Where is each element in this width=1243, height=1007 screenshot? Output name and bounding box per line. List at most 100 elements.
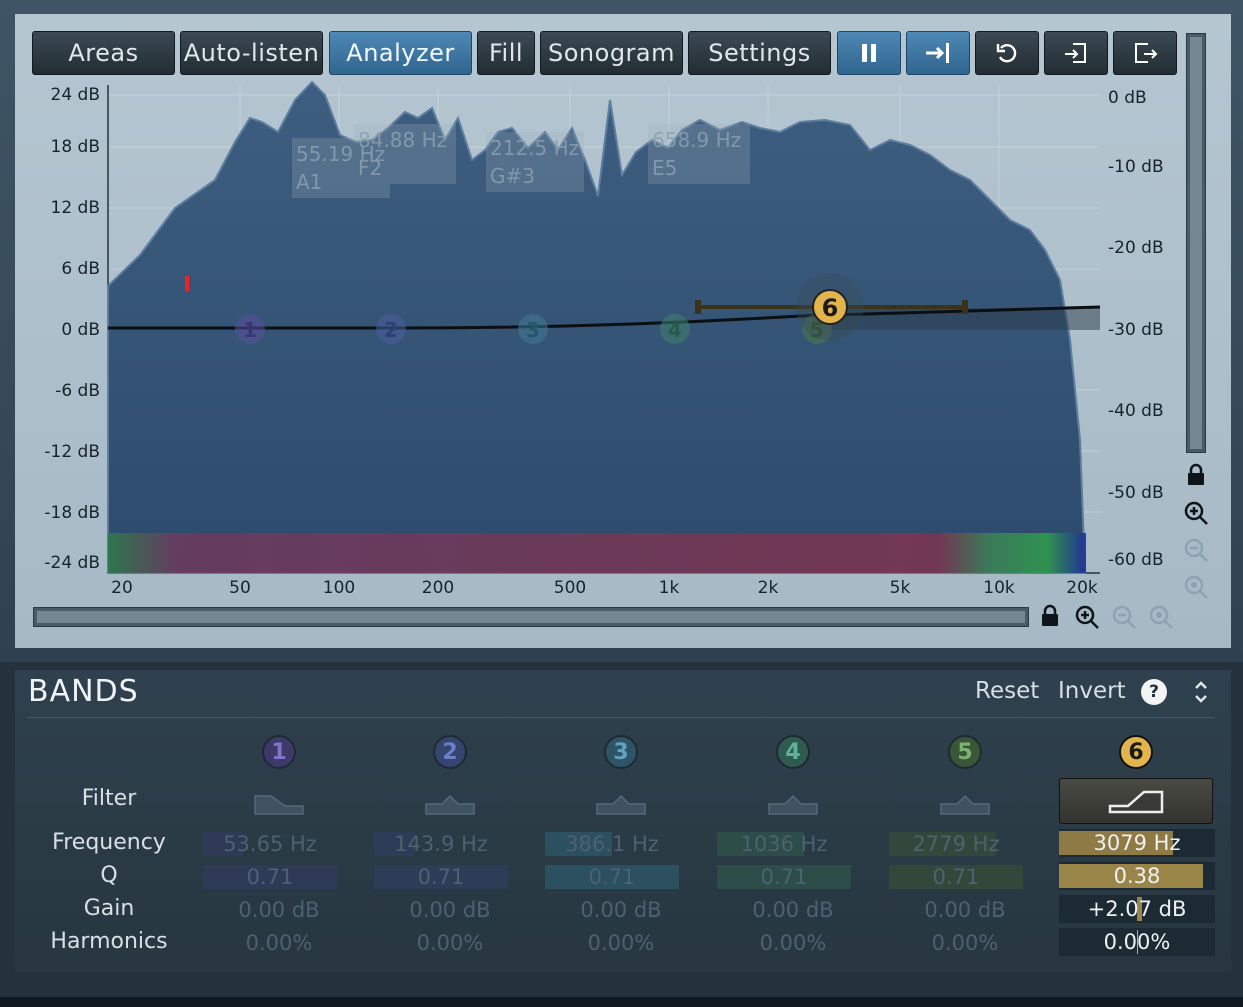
band-1-gain[interactable]: 0.00 dB: [212, 896, 346, 924]
freq-axis-label: 20k: [1066, 578, 1098, 598]
band-number-4[interactable]: 4: [776, 735, 810, 769]
svg-text:2: 2: [384, 318, 398, 342]
svg-text:4: 4: [668, 318, 682, 342]
eq-node-4[interactable]: 4: [660, 314, 690, 344]
lock-icon[interactable]: [1185, 463, 1207, 487]
zoom-reset-icon[interactable]: [1183, 574, 1209, 600]
expand-collapse-icon[interactable]: [1192, 677, 1210, 707]
bell-filter-icon: [425, 794, 475, 815]
band-6-harmonics[interactable]: 0.00%: [1059, 928, 1215, 956]
band-3-frequency[interactable]: 386.1 Hz: [545, 830, 679, 858]
band-6-frequency[interactable]: 3079 Hz: [1059, 829, 1215, 857]
band-4-frequency[interactable]: 1036 Hz: [717, 830, 851, 858]
eq-node-6[interactable]: 6: [796, 273, 864, 341]
gain-axis-label: 12 dB: [50, 198, 101, 218]
row-label-q: Q: [100, 863, 118, 888]
band-2-gain[interactable]: 0.00 dB: [383, 896, 517, 924]
vertical-scrollbar[interactable]: [1186, 33, 1206, 453]
level-axis-label: -50 dB: [1108, 483, 1164, 503]
band-4-gain[interactable]: 0.00 dB: [726, 896, 860, 924]
svg-text:1: 1: [243, 318, 257, 342]
band-number-5[interactable]: 5: [948, 735, 982, 769]
svg-text:6: 6: [822, 294, 839, 322]
band-number-1[interactable]: 1: [262, 735, 296, 769]
band-4-filter-button[interactable]: [767, 778, 819, 824]
zoom-in-icon[interactable]: [1074, 604, 1100, 630]
row-label-harmonics: Harmonics: [50, 929, 168, 954]
band-1-harmonics[interactable]: 0.00%: [212, 929, 346, 957]
gain-axis-label: -24 dB: [44, 553, 100, 573]
band-5-filter-button[interactable]: [939, 778, 991, 824]
band-2-filter-button[interactable]: [424, 778, 476, 824]
band-3-q[interactable]: 0.71: [545, 863, 679, 891]
horizontal-scrollbar[interactable]: [33, 607, 1029, 627]
band-1-filter-button[interactable]: [253, 778, 305, 824]
band-1-frequency[interactable]: 53.65 Hz: [203, 830, 337, 858]
zoom-out-icon[interactable]: [1183, 537, 1209, 563]
eq-node-1[interactable]: 1: [235, 314, 265, 344]
gain-axis-label: 18 dB: [50, 137, 101, 157]
zoom-reset-icon[interactable]: [1148, 604, 1174, 630]
band-number-6[interactable]: 6: [1119, 735, 1153, 769]
band-5-gain[interactable]: 0.00 dB: [898, 896, 1032, 924]
level-axis-label: -30 dB: [1108, 320, 1164, 340]
band-1-q[interactable]: 0.71: [203, 863, 337, 891]
gain-axis-label: -12 dB: [44, 442, 100, 462]
help-button[interactable]: ?: [1141, 679, 1167, 705]
level-axis-label: -60 dB: [1108, 550, 1164, 570]
band-2-frequency[interactable]: 143.9 Hz: [374, 830, 508, 858]
band-5-harmonics[interactable]: 0.00%: [898, 929, 1032, 957]
spectrum-display[interactable]: 55.19 Hz A1 84.88 Hz F2 212.5 Hz G#3 658…: [0, 0, 1243, 662]
freq-axis-label: 1k: [658, 578, 680, 598]
eq-node-3[interactable]: 3: [518, 314, 548, 344]
freq-axis-label: 2k: [757, 578, 779, 598]
freq-axis-label: 200: [421, 578, 455, 598]
band-3-harmonics[interactable]: 0.00%: [554, 929, 688, 957]
reset-button[interactable]: Reset: [975, 678, 1039, 704]
band-2-q[interactable]: 0.71: [374, 863, 508, 891]
peak-freq-label: 212.5 Hz: [490, 136, 579, 160]
bottom-strip: [0, 997, 1243, 1007]
peak-note-label: G#3: [490, 164, 535, 188]
high-shelf-filter-icon: [1108, 790, 1164, 814]
level-axis-label: -10 dB: [1108, 157, 1164, 177]
zoom-out-icon[interactable]: [1111, 604, 1137, 630]
band-2-harmonics[interactable]: 0.00%: [383, 929, 517, 957]
band-3-filter-button[interactable]: [595, 778, 647, 824]
freq-axis-label: 20: [111, 578, 133, 598]
band-4-q[interactable]: 0.71: [717, 863, 851, 891]
band-number-2[interactable]: 2: [433, 735, 467, 769]
lock-icon[interactable]: [1039, 604, 1061, 628]
bell-filter-icon: [596, 794, 646, 815]
peak-freq-label: 84.88 Hz: [358, 128, 447, 152]
invert-button[interactable]: Invert: [1058, 678, 1126, 704]
svg-text:3: 3: [526, 318, 540, 342]
peak-note-label: A1: [296, 170, 322, 194]
peak-note-label: F2: [358, 156, 382, 180]
peak-freq-label: 658.9 Hz: [652, 128, 741, 152]
freq-axis-label: 50: [229, 578, 251, 598]
gain-axis-label: -6 dB: [55, 381, 100, 401]
eq-node-2[interactable]: 2: [376, 314, 406, 344]
band-3-gain[interactable]: 0.00 dB: [554, 896, 688, 924]
level-axis-label: -20 dB: [1108, 238, 1164, 258]
band-5-frequency[interactable]: 2779 Hz: [889, 830, 1023, 858]
band-5-q[interactable]: 0.71: [889, 863, 1023, 891]
band-number-3[interactable]: 3: [604, 735, 638, 769]
zoom-in-icon[interactable]: [1183, 500, 1209, 526]
low-shelf-filter-icon: [254, 795, 304, 815]
row-label-frequency: Frequency: [52, 830, 166, 855]
band-4-harmonics[interactable]: 0.00%: [726, 929, 860, 957]
row-label-filter: Filter: [81, 786, 137, 811]
band-6-filter-button[interactable]: [1059, 778, 1213, 824]
band-6-gain[interactable]: +2.07 dB: [1059, 895, 1215, 923]
gain-axis-label: 24 dB: [50, 85, 101, 105]
gain-axis-label: 0 dB: [61, 320, 100, 340]
band-6-q[interactable]: 0.38: [1059, 862, 1215, 890]
level-axis-label: 0 dB: [1108, 88, 1147, 108]
bands-divider: [27, 717, 1215, 718]
bell-filter-icon: [768, 794, 818, 815]
freq-axis-label: 500: [553, 578, 587, 598]
freq-axis-label: 100: [322, 578, 356, 598]
level-axis-label: -40 dB: [1108, 401, 1164, 421]
